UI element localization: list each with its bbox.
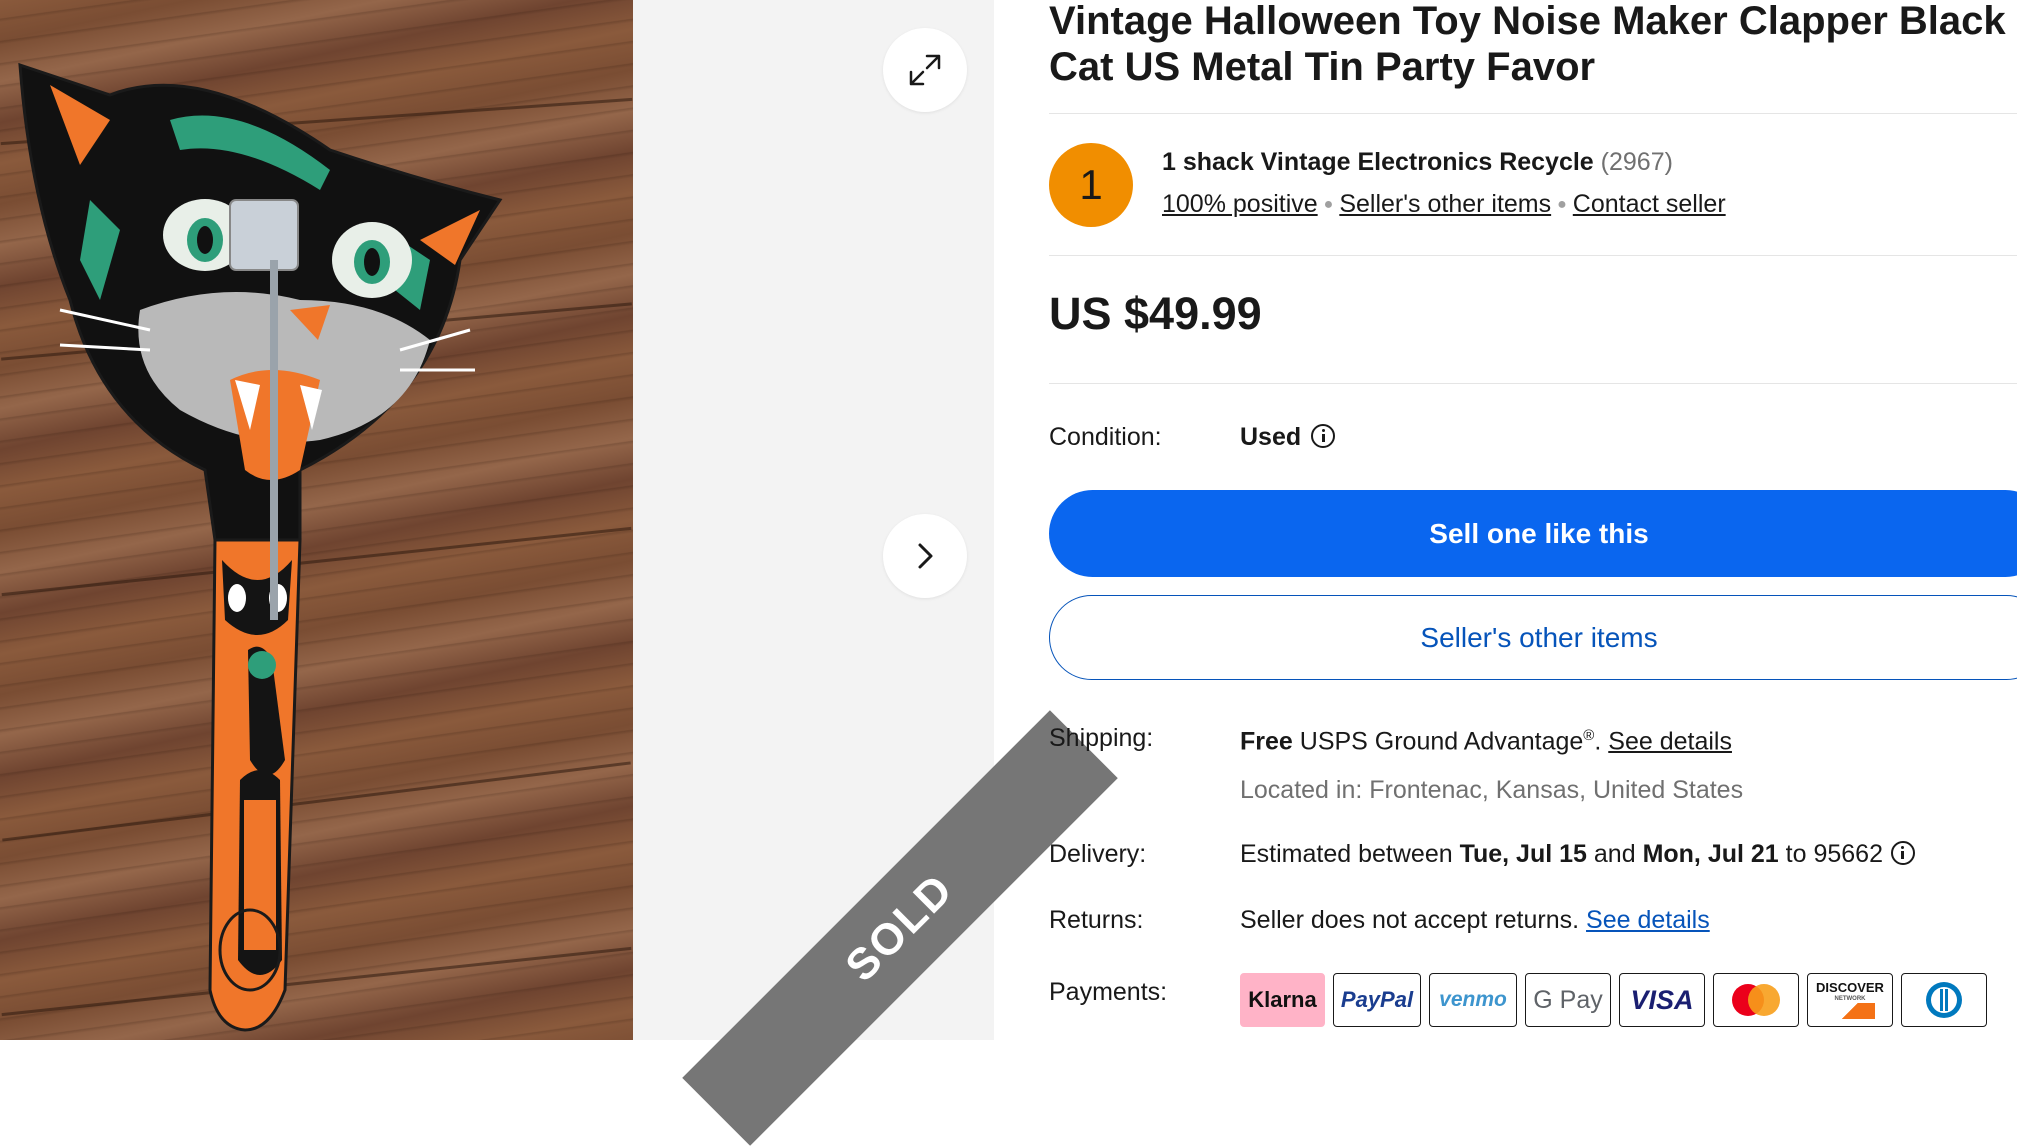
sell-one-like-this-button[interactable]: Sell one like this <box>1049 490 2017 577</box>
gpay-text: G Pay <box>1533 985 1603 1014</box>
discover-logo: DISCOVER NETWORK <box>1807 973 1893 1027</box>
shipping-period: . <box>1594 727 1602 756</box>
condition-value-row: Used <box>1240 423 1336 452</box>
shipping-see-details-link[interactable]: See details <box>1608 727 1732 755</box>
venmo-text: venmo <box>1439 988 1507 1011</box>
seller-avatar[interactable]: 1 <box>1049 143 1133 227</box>
seller-feedback-count: (2967) <box>1600 148 1673 176</box>
seller-name[interactable]: 1 shack Vintage Electronics Recycle <box>1162 148 1594 176</box>
seller-other-items-link[interactable]: Seller's other items <box>1339 190 1551 218</box>
condition-label: Condition: <box>1049 423 1162 451</box>
discover-text: DISCOVER <box>1816 980 1884 995</box>
seller-positive-link[interactable]: 100% positive <box>1162 190 1318 218</box>
noise-maker-illustration <box>18 62 503 1032</box>
delivery-and: and <box>1593 840 1636 868</box>
returns-text: Seller does not accept returns. <box>1240 906 1580 934</box>
google-pay-logo: G Pay <box>1525 973 1611 1027</box>
separator-dot: ● <box>1557 196 1567 214</box>
venmo-logo: venmo <box>1429 973 1517 1027</box>
divider <box>1049 113 2017 114</box>
product-photo[interactable] <box>0 0 633 1040</box>
item-price: US $49.99 <box>1049 288 1262 339</box>
returns-label: Returns: <box>1049 906 1144 934</box>
shipping-label: Shipping: <box>1049 724 1154 752</box>
other-items-button-label: Seller's other items <box>1420 621 1658 653</box>
next-image-button[interactable] <box>883 514 967 598</box>
sell-button-label: Sell one like this <box>1429 517 1649 549</box>
contact-seller-link[interactable]: Contact seller <box>1573 190 1726 218</box>
avatar-letter: 1 <box>1079 161 1103 208</box>
item-title: Vintage Halloween Toy Noise Maker Clappe… <box>1049 0 2017 90</box>
shipping-free: Free <box>1240 727 1293 756</box>
shipping-service: USPS Ground Advantage <box>1299 727 1584 756</box>
delivery-date-end: Mon, Jul 21 <box>1642 840 1779 868</box>
seller-links: 100% positive ● Seller's other items ● Conta… <box>1162 190 1726 219</box>
delivery-value: Estimated between Tue, Jul 15 and Mon, J… <box>1240 840 1915 869</box>
delivery-date-start: Tue, Jul 15 <box>1459 840 1587 868</box>
located-in: Located in: Frontenac, Kansas, United St… <box>1240 776 1744 804</box>
expand-image-button[interactable] <box>883 28 967 112</box>
diners-club-logo <box>1901 973 1987 1027</box>
item-details-panel: Vintage Halloween Toy Noise Maker Clappe… <box>1049 0 2017 1040</box>
mastercard-icon <box>1732 984 1780 1016</box>
paypal-text: PayPal <box>1340 987 1414 1012</box>
info-icon[interactable] <box>1890 841 1915 866</box>
discover-stripe <box>1825 1003 1875 1019</box>
divider <box>1049 383 2017 384</box>
separator-dot: ● <box>1323 196 1334 214</box>
payments-label: Payments: <box>1049 978 1168 1006</box>
divider <box>1049 255 2017 256</box>
item-title-line-1: Vintage Halloween Toy Noise Maker Clappe… <box>1049 0 2006 43</box>
expand-icon <box>909 54 941 86</box>
returns-value: Seller does not accept returns. See deta… <box>1240 906 1710 935</box>
diners-club-icon <box>1926 982 1962 1018</box>
condition-value: Used <box>1240 423 1302 451</box>
mastercard-logo <box>1713 973 1799 1027</box>
item-title-line-2: Cat US Metal Tin Party Favor <box>1049 45 1596 89</box>
visa-text: VISA <box>1630 984 1694 1015</box>
registered-mark: ® <box>1583 727 1595 744</box>
delivery-zip: to 95662 <box>1785 840 1883 868</box>
sellers-other-items-button[interactable]: Seller's other items <box>1049 595 2017 680</box>
chevron-right-icon <box>918 543 933 569</box>
info-icon[interactable] <box>1311 424 1336 449</box>
seller-info: 1 shack Vintage Electronics Recycle (296… <box>1162 148 1673 177</box>
discover-network-text: NETWORK <box>1834 996 1866 1002</box>
returns-see-details-link[interactable]: See details <box>1586 906 1710 934</box>
paypal-logo: PayPal <box>1333 973 1421 1027</box>
shipping-value: Free USPS Ground Advantage®. See details <box>1240 727 1732 756</box>
delivery-label: Delivery: <box>1049 840 1147 868</box>
visa-logo: VISA <box>1619 973 1705 1027</box>
klarna-text: Klarna <box>1248 987 1317 1012</box>
klarna-logo: Klarna <box>1240 973 1325 1027</box>
delivery-pre: Estimated between <box>1240 840 1453 868</box>
